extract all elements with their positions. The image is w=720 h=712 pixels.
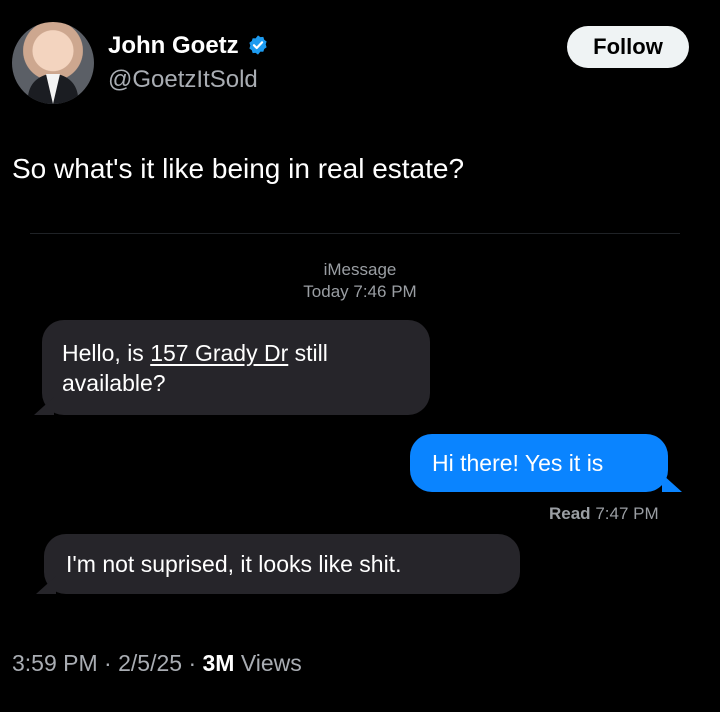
author-name-text: John Goetz (108, 32, 239, 59)
message-text: Hello, is (62, 340, 151, 366)
verified-badge-icon (249, 35, 267, 55)
message-bubble-sent: Hi there! Yes it is (410, 434, 668, 492)
message-text: I'm not suprised, it looks like shit. (66, 551, 402, 577)
avatar[interactable] (12, 22, 94, 104)
post-date[interactable]: 2/5/25 (118, 650, 182, 676)
address-link[interactable]: 157 Grady Dr (150, 340, 288, 366)
image-top-divider (30, 233, 680, 234)
views-count[interactable]: 3M (203, 650, 235, 676)
separator: · (182, 650, 203, 676)
tweet-meta: 3:59 PM · 2/5/25 · 3M Views (12, 650, 302, 677)
read-label: Read (549, 504, 591, 523)
read-time: 7:47 PM (595, 504, 659, 523)
views-label: Views (234, 650, 302, 676)
author-handle[interactable]: @GoetzItSold (108, 66, 258, 94)
message-bubble-received: I'm not suprised, it looks like shit. (44, 534, 520, 594)
separator: · (97, 650, 119, 676)
follow-button[interactable]: Follow (567, 26, 689, 68)
message-bubble-received: Hello, is 157 Grady Dr still available? (42, 320, 430, 415)
bubble-tail (662, 474, 682, 492)
read-receipt: Read 7:47 PM (549, 504, 659, 524)
author-name[interactable]: John Goetz (108, 32, 269, 60)
tweet-text: So what's it like being in real estate? (12, 153, 465, 184)
imessage-timestamp: Today 7:46 PM (303, 282, 417, 301)
imessage-service-label: iMessage (323, 260, 397, 279)
post-time[interactable]: 3:59 PM (12, 650, 98, 676)
message-text: Hi there! Yes it is (432, 450, 604, 476)
